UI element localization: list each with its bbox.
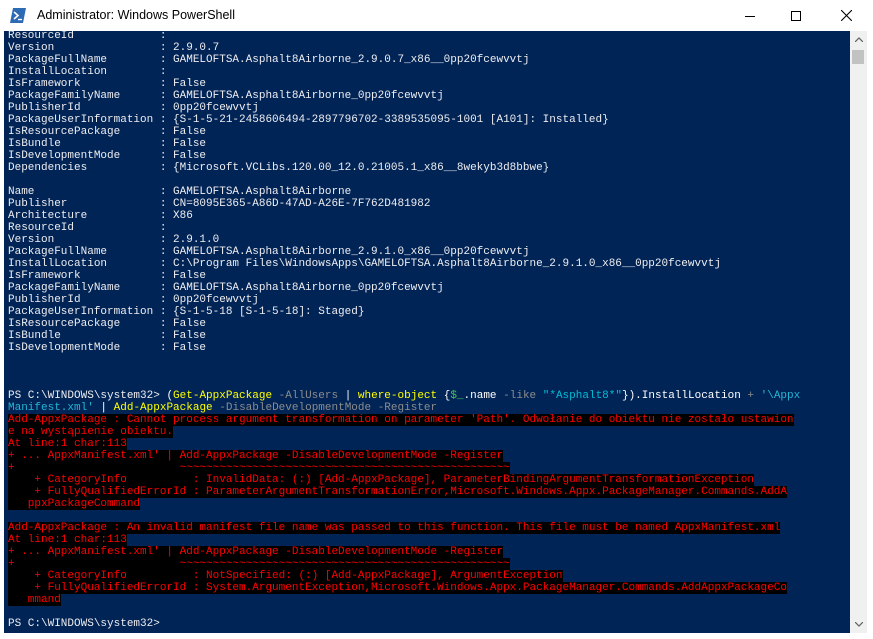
output-line: InstallLocation : C:\Program Files\Windo… (8, 258, 721, 270)
pipe-operator: | (338, 390, 358, 402)
error-line: + CategoryInfo : NotSpecified: (:) [Add-… (8, 570, 563, 582)
param-allusers: -AllUsers (272, 390, 339, 402)
minimize-button[interactable] (727, 0, 773, 31)
final-prompt[interactable]: PS C:\WINDOWS\system32> (8, 618, 800, 630)
vertical-scrollbar[interactable] (850, 31, 867, 633)
string-literal: "*Asphalt8*" (536, 390, 622, 402)
string-literal-manifest: Manifest.xml' (8, 402, 94, 414)
output-line: IsFramework : False (8, 78, 207, 90)
property-name: .name (463, 390, 497, 402)
console-lines: ResourceId : Version : 2.9.0.7 PackageFu… (8, 31, 800, 630)
error-line: mmand (8, 594, 61, 606)
brace-open: { (437, 390, 451, 402)
console-output[interactable]: ResourceId : Version : 2.9.0.7 PackageFu… (4, 31, 850, 633)
powershell-icon (10, 8, 26, 23)
output-line: Version : 2.9.1.0 (8, 234, 220, 246)
output-line: IsDevelopmentMode : False (8, 342, 207, 354)
chevron-up-icon (854, 37, 863, 42)
close-button[interactable] (819, 0, 873, 31)
error-line: Add-AppxPackage : Cannot process argumen… (8, 414, 794, 426)
plus-operator: + (740, 390, 761, 402)
error-line: At line:1 char:113 (8, 534, 127, 546)
output-line: Dependencies : {Microsoft.VCLibs.120.00_… (8, 162, 550, 174)
error-line: At line:1 char:113 (8, 438, 127, 450)
error-line: Add-AppxPackage : An invalid manifest fi… (8, 522, 781, 534)
error-line: + CategoryInfo : InvalidData: (:) [Add-A… (8, 474, 754, 486)
prompt: PS C:\WINDOWS\system32> (8, 390, 167, 402)
cmdlet-where-object: where-object (357, 390, 438, 402)
output-line: PackageFullName : GAMELOFTSA.Asphalt8Air… (8, 54, 530, 66)
output-line: ResourceId : (8, 222, 167, 234)
powershell-window: Administrator: Windows PowerShell Resour… (0, 0, 873, 639)
output-line: PackageFamilyName : GAMELOFTSA.Asphalt8A… (8, 90, 444, 102)
command-line-wrap: Manifest.xml' | Add-AppxPackage -Disable… (8, 402, 800, 414)
output-line: PackageFullName : GAMELOFTSA.Asphalt8Air… (8, 246, 530, 258)
output-line: PublisherId : 0pp20fcewvvtj (8, 102, 259, 114)
output-line: IsBundle : False (8, 138, 207, 150)
output-line: Publisher : CN=8095E365-A86D-47AD-A26E-7… (8, 198, 431, 210)
minimize-icon (745, 15, 755, 17)
cmdlet-add-appxpackage: Add-AppxPackage (113, 402, 213, 414)
install-location: }).InstallLocation (621, 390, 741, 402)
output-line: Version : 2.9.0.7 (8, 42, 220, 54)
output-line: PackageUserInformation : {S-1-5-18 [S-1-… (8, 306, 365, 318)
error-line: + ~~~~~~~~~~~~~~~~~~~~~~~~~~~~~~~~~~~~~~… (8, 462, 510, 474)
output-line: IsDevelopmentMode : False (8, 150, 207, 162)
window-border-bottom (0, 633, 873, 639)
string-literal-appx: '\Appx (760, 390, 801, 402)
title-bar[interactable]: Administrator: Windows PowerShell (0, 0, 873, 31)
output-line: Name : GAMELOFTSA.Asphalt8Airborne (8, 186, 352, 198)
output-line: PublisherId : 0pp20fcewvvtj (8, 294, 259, 306)
output-line: PackageFamilyName : GAMELOFTSA.Asphalt8A… (8, 282, 444, 294)
maximize-button[interactable] (773, 0, 819, 31)
output-line: InstallLocation : (8, 66, 167, 78)
scroll-up-button[interactable] (850, 31, 867, 48)
error-line: e na wystąpienie obiektu. (8, 426, 174, 438)
error-line: ppxPackageCommand (8, 498, 141, 510)
output-line: IsBundle : False (8, 330, 207, 342)
output-line: ResourceId : (8, 31, 167, 42)
pipeline-variable: $_ (450, 390, 464, 402)
close-icon (840, 10, 852, 21)
output-line: IsResourcePackage : False (8, 318, 207, 330)
maximize-icon (791, 10, 801, 21)
command-line: PS C:\WINDOWS\system32> (Get-AppxPackage… (8, 390, 800, 402)
param-register: -DisableDevelopmentMode -Register (212, 402, 438, 414)
pipe-operator: | (93, 402, 114, 414)
output-line: Architecture : X86 (8, 210, 193, 222)
error-line: + FullyQualifiedErrorId : System.Argumen… (8, 582, 787, 594)
chevron-down-icon (854, 622, 863, 627)
scroll-thumb[interactable] (852, 50, 864, 64)
error-line: + ... AppxManifest.xml' | Add-AppxPackag… (8, 546, 504, 558)
cmdlet-get-appxpackage: Get-AppxPackage (173, 390, 273, 402)
window-title: Administrator: Windows PowerShell (37, 8, 235, 22)
output-line: IsFramework : False (8, 270, 207, 282)
param-like: -like (496, 390, 537, 402)
window-border (867, 31, 873, 639)
error-line: + ... AppxManifest.xml' | Add-AppxPackag… (8, 450, 504, 462)
error-line: + ~~~~~~~~~~~~~~~~~~~~~~~~~~~~~~~~~~~~~~… (8, 558, 510, 570)
error-line: + FullyQualifiedErrorId : ParameterArgum… (8, 486, 787, 498)
scroll-down-button[interactable] (850, 616, 867, 633)
output-line: IsResourcePackage : False (8, 126, 207, 138)
output-line: PackageUserInformation : {S-1-5-21-24586… (8, 114, 609, 126)
